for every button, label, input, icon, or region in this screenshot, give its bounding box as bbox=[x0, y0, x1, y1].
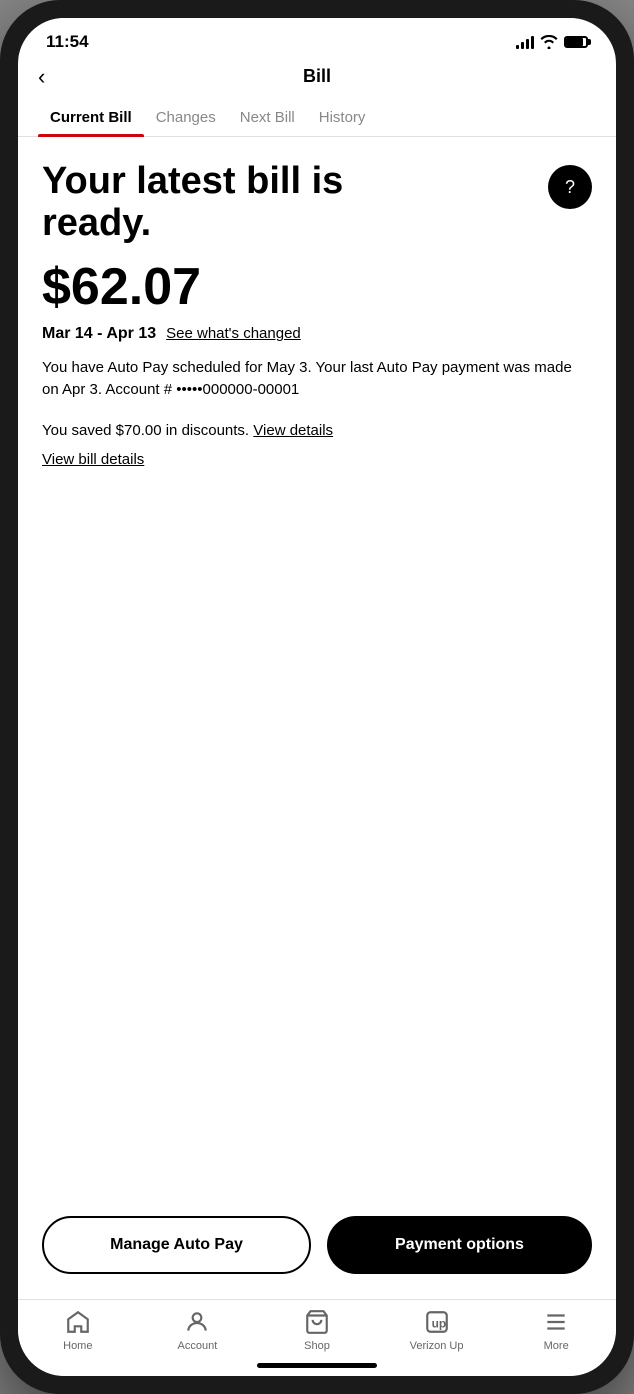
nav-account-label: Account bbox=[178, 1340, 218, 1352]
header: ‹ Bill bbox=[18, 58, 616, 99]
bill-period: Mar 14 - Apr 13 See what's changed bbox=[42, 325, 592, 343]
savings-amount: You saved $70.00 in discounts. bbox=[42, 422, 249, 439]
status-icons bbox=[516, 35, 588, 49]
view-bill-details-link[interactable]: View bill details bbox=[42, 451, 144, 468]
bill-amount: $62.07 bbox=[42, 261, 592, 313]
phone-screen: 11:54 bbox=[18, 18, 616, 1376]
signal-icon bbox=[516, 36, 534, 49]
verizon-up-icon: up bbox=[423, 1308, 451, 1336]
nav-home[interactable]: Home bbox=[48, 1308, 108, 1352]
page-title: Bill bbox=[303, 66, 331, 87]
see-changes-link[interactable]: See what's changed bbox=[166, 325, 301, 342]
battery-icon bbox=[564, 36, 588, 48]
nav-shop[interactable]: Shop bbox=[287, 1308, 347, 1352]
main-content: Your latest bill is ready. ? $62.07 Mar … bbox=[18, 137, 616, 1376]
nav-more-label: More bbox=[544, 1340, 569, 1352]
help-button[interactable]: ? bbox=[548, 165, 592, 209]
nav-verizon-up-label: Verizon Up bbox=[410, 1340, 464, 1352]
status-time: 11:54 bbox=[46, 32, 89, 52]
status-bar: 11:54 bbox=[18, 18, 616, 58]
bill-header: Your latest bill is ready. ? bbox=[42, 161, 592, 245]
home-indicator bbox=[257, 1363, 377, 1368]
back-button[interactable]: ‹ bbox=[38, 64, 45, 90]
nav-shop-label: Shop bbox=[304, 1340, 330, 1352]
nav-verizon-up[interactable]: up Verizon Up bbox=[407, 1308, 467, 1352]
more-icon bbox=[542, 1308, 570, 1336]
svg-text:up: up bbox=[431, 1316, 446, 1330]
account-icon bbox=[183, 1308, 211, 1336]
bill-headline: Your latest bill is ready. bbox=[42, 161, 362, 245]
manage-auto-pay-button[interactable]: Manage Auto Pay bbox=[42, 1216, 311, 1274]
tabs-bar: Current Bill Changes Next Bill History bbox=[18, 99, 616, 137]
tab-history[interactable]: History bbox=[307, 99, 378, 136]
help-icon: ? bbox=[565, 177, 575, 198]
wifi-icon bbox=[540, 35, 558, 49]
home-icon bbox=[64, 1308, 92, 1336]
phone-frame: 11:54 bbox=[0, 0, 634, 1394]
payment-options-button[interactable]: Payment options bbox=[327, 1216, 592, 1274]
tab-current-bill[interactable]: Current Bill bbox=[38, 99, 144, 136]
shop-icon bbox=[303, 1308, 331, 1336]
auto-pay-text: You have Auto Pay scheduled for May 3. Y… bbox=[42, 357, 592, 402]
nav-account[interactable]: Account bbox=[167, 1308, 227, 1352]
bottom-buttons: Manage Auto Pay Payment options bbox=[18, 1204, 616, 1286]
nav-more[interactable]: More bbox=[526, 1308, 586, 1352]
view-details-link[interactable]: View details bbox=[253, 422, 333, 439]
tab-changes[interactable]: Changes bbox=[144, 99, 228, 136]
savings-text: You saved $70.00 in discounts. View deta… bbox=[42, 422, 592, 439]
tab-next-bill[interactable]: Next Bill bbox=[228, 99, 307, 136]
bill-period-dates: Mar 14 - Apr 13 bbox=[42, 325, 156, 343]
nav-home-label: Home bbox=[63, 1340, 92, 1352]
